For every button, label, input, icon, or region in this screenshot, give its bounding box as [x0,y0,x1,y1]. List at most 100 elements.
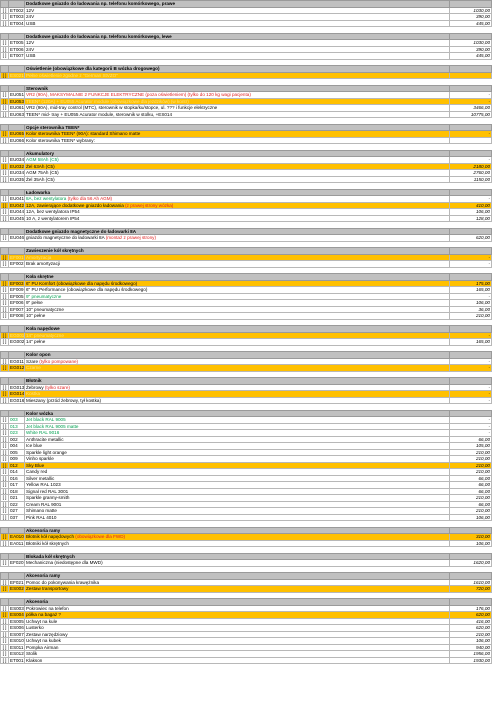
option-code: EU032 [8,162,25,170]
option-code: ES007 [8,630,25,638]
option-description-part: 12V [26,40,35,45]
option-description-part: Lusterko [26,625,44,630]
option-description-part: półka na bagaż ? [26,612,61,617]
option-code: ET001 [8,656,25,664]
order-form-sheet: Dodatkowe gniazdo do ładowania np. telef… [0,0,492,719]
option-description-part: Stolik [26,651,38,656]
option-description-part: White RAL 9016 [26,430,60,435]
option-code: ES005 [8,617,25,625]
option-description-part: (tylko szare) [44,384,70,390]
option-code: ET002 [8,6,25,14]
option-code: EU044 [8,208,25,216]
option-code: EU063 [8,110,25,118]
option-description-part: (obowiązkowe dla jezdzików) [110,98,171,104]
option-code: EF001 [8,253,25,261]
option-price: 1930,00 [449,656,492,664]
option-description-part: 14" pneumatyczne [26,332,64,338]
option-description-part: Yellow RAL 1023 [26,482,61,487]
option-code: EG016 [8,396,25,404]
option-description-part: 8A, bez wentylatora [26,196,67,201]
option-code: EF006 [8,299,25,307]
option-code: ES021 [8,71,25,79]
option-code: ET004 [8,19,25,27]
option-description-part: VR2 (90A), mid-tray control (MTC), stero… [26,105,218,110]
option-description-part: TEEN* mid- tray + EU055 Acurator module,… [26,111,173,117]
option-description-part: (tylko pompowane) [39,358,79,364]
option-code: EU051 [8,91,25,99]
option-code: ET007 [8,52,25,60]
option-code: EU035 [8,175,25,183]
option-description-part: (z prawej strony wózka) [125,202,174,208]
option-code: EU045 [8,214,25,222]
option-description-part: Ice blue [26,443,43,448]
option-code: EU042 [8,201,25,209]
option-description-part: Sky Blue [26,462,45,468]
option-description-part: 24V [26,14,35,19]
option-checkbox[interactable]: [ ] [0,656,9,664]
option-description-part: Jet black RAL 9005 matte [26,423,79,429]
option-code: EG013 [8,383,25,391]
option-description-part: Signal red RAL 3001 [26,488,69,494]
option-description-part: 10 A, z wentylatorem IP54 [26,215,80,221]
option-code: EF003 [8,279,25,287]
option-description-part: 10" pneumatyczne [26,306,64,312]
option-description-part: Szare [26,358,40,364]
option-code: EU034 [8,156,25,164]
option-description-part: Brak amortyzacji [26,261,60,266]
option-code: EA011 [8,539,25,547]
option-description-part: Klakson [26,657,43,663]
option-description-part: Zestaw transportowy [26,586,69,591]
option-code: ET006 [8,45,25,53]
option-description-part: Pomoc do pokonywania krawężnika [26,579,100,585]
option-description-part: Candy red [26,469,48,474]
option-description-part: Uchwyt na kule [26,618,58,624]
option-description-part: (obowiązkowe dla FWD) [75,534,126,539]
option-description-part: Żel 35Ah (C5) [26,176,55,182]
option-code: EF020 [8,559,25,567]
option-code: EF007 [8,305,25,313]
option-code: EU041 [8,195,25,203]
option-code: EU053 [8,97,25,105]
option-description-part: Silver metallic [26,475,55,481]
option-code: EU034 [8,169,25,177]
option-description-part: 12A, zawierające dodatkowe gniazdo ładow… [26,202,126,208]
option-description-part: AGM 75Ah (C5) [26,170,59,175]
options-table-body: Dodatkowe gniazdo do ładowania np. telef… [0,0,492,664]
option-description-part: Kolor sterownika TEEN* (90A): standard S… [26,131,141,136]
option-description-part: Pink RAL 4010 [26,514,57,520]
option-description-part: Vinho sparkle [26,456,54,461]
option-code: EU065 [8,130,25,138]
option-description-part: AGM 58Ah (C5) [26,157,59,162]
option-code: EA010 [8,533,25,541]
option-code: EF002 [8,260,25,268]
option-code: ET003 [8,13,25,21]
option-code: EU061 [8,104,25,112]
option-description-part: USB [26,20,36,26]
option-description-part: Czarne [26,365,41,370]
option-code: EF005 [8,292,25,300]
option-code: ES004 [8,611,25,619]
option-code: ES006 [8,624,25,632]
option-description-part: Zestaw narzędziowy [26,631,68,637]
option-code: ET005 [8,39,25,47]
option-description-part: Błotniki kół skrętnych [26,540,69,546]
option-code: EF008 [8,312,25,320]
option-code: EG002 [8,338,25,346]
option-code: ES002 [8,585,25,593]
option-description-part: Jet black RAL 9005 [26,417,66,422]
option-code: EF021 [8,578,25,586]
option-row[interactable]: [ ] ET001 Klakson 1930,00 [0,656,492,664]
option-description-part: 12A, bez wentylatora IP54 [26,209,80,214]
option-code: ES012 [8,650,25,658]
option-description-part: Sparkle granny-smith [26,495,70,500]
option-description-part: Shimano matte [26,508,57,513]
option-description-part: (montaż z prawej strony) [105,235,156,240]
option-description-part: Mieszany (przód żebrowy, tył kostka) [26,397,101,403]
option-description-part: USB [26,53,36,58]
option-description-part: 12V [26,7,35,13]
option-description-part: Uchwyt na kubek [26,638,61,643]
option-description-part: Kostka [26,391,41,396]
option-description-part: TEEN* (120A) + EU055 Acurator module [26,98,111,104]
option-description-part: Pompka Airman [26,644,59,650]
option-description-part: 9" pełne [26,300,43,305]
